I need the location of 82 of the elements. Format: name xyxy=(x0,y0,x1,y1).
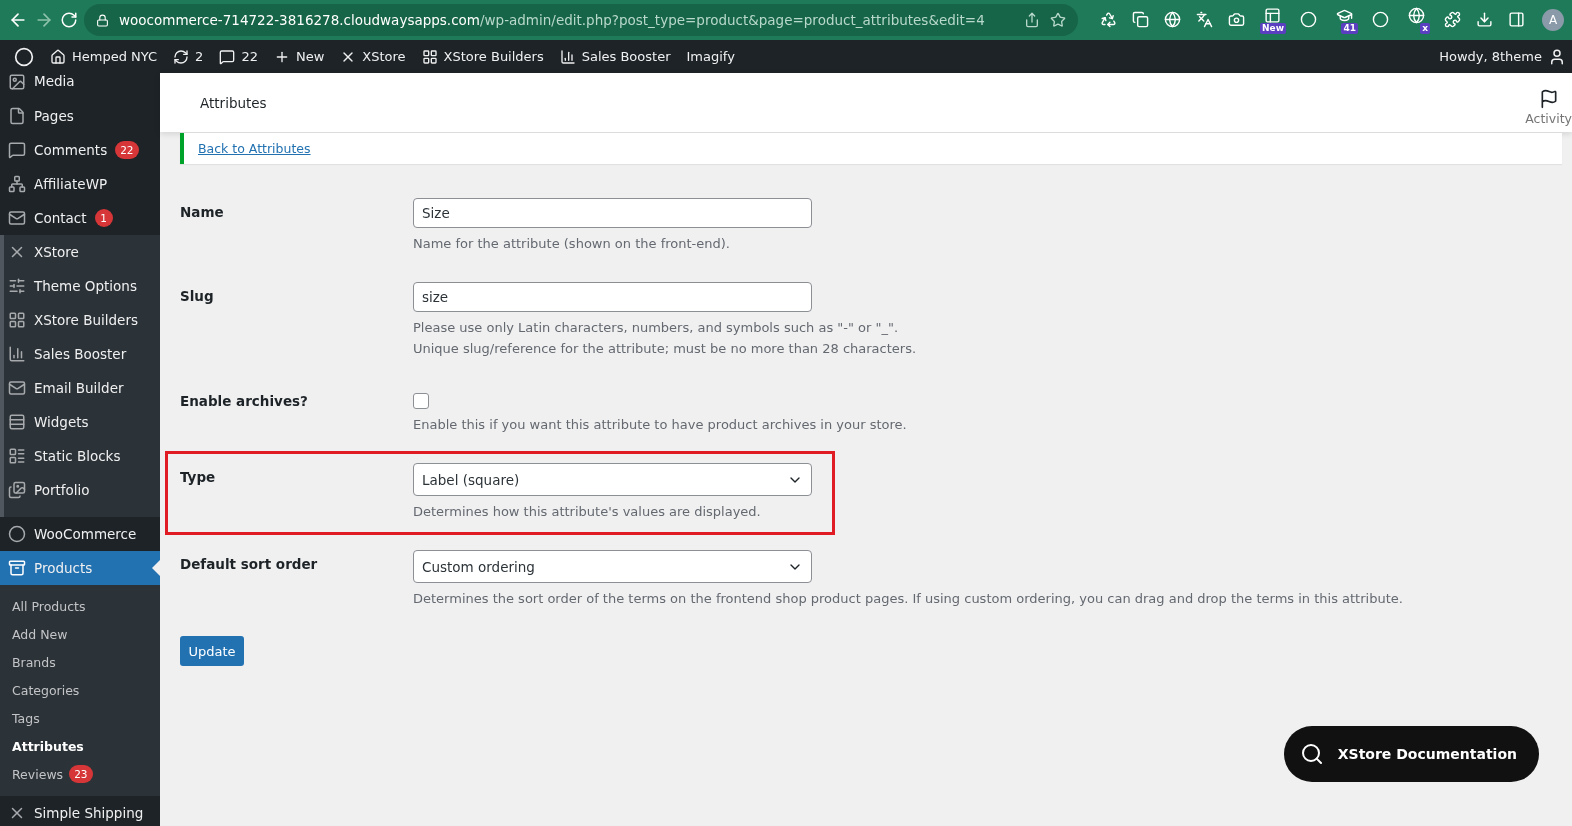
sidebar-item[interactable]: Portfolio xyxy=(4,473,160,507)
current-pointer xyxy=(152,560,160,576)
account-menu[interactable]: Howdy, 8theme xyxy=(1439,47,1566,66)
submenu-item[interactable]: Tags xyxy=(0,704,160,732)
sidebar-item[interactable]: Media xyxy=(0,73,160,99)
submenu-item[interactable]: Categories xyxy=(0,676,160,704)
sidebar-item[interactable]: Simple Shipping xyxy=(0,796,160,826)
submenu-item[interactable]: All Products xyxy=(0,592,160,620)
comment-icon xyxy=(219,48,236,65)
count-badge: 23 xyxy=(69,765,93,783)
sliders-icon xyxy=(8,277,26,295)
sidebar-item[interactable]: AffiliateWP xyxy=(0,167,160,201)
field-label: Type xyxy=(180,468,217,487)
help-text: Please use only Latin characters, numbers, and symbols such as "-" or "_". xyxy=(413,320,900,335)
envelope-icon xyxy=(8,379,26,397)
activity-button[interactable]: Activity xyxy=(1525,89,1572,126)
field-label: Slug xyxy=(180,287,215,306)
comment-icon xyxy=(8,141,26,159)
url-text: woocommerce-714722-3816278.cloudwaysapps.com/wp-admin/edit.php?post_type=product&page=product_attributes&edit=4 xyxy=(119,12,986,28)
bar-chart-icon xyxy=(559,48,576,65)
admin-bar-item[interactable]: Hemped NYC xyxy=(42,48,166,65)
text-field[interactable]: Size xyxy=(413,198,812,228)
help-text: Determines how this attribute's values are displayed. xyxy=(413,504,762,519)
media-icon xyxy=(8,73,26,91)
star-icon[interactable] xyxy=(1050,12,1066,28)
sidebar-item[interactable]: Theme Options xyxy=(4,269,160,303)
sidebar-item[interactable]: Comments 22 xyxy=(0,133,160,167)
admin-bar-item[interactable]: XStore Builders xyxy=(413,48,552,65)
help-text: Determines the sort order of the terms on the frontend shop product pages. If using custom ordering, you can drag and drop the terms in this attribute. xyxy=(413,591,1404,606)
sidebar-item[interactable]: Static Blocks xyxy=(4,439,160,473)
admin-bar-item[interactable]: New xyxy=(265,48,333,65)
sidebar-item[interactable]: Email Builder xyxy=(4,371,160,405)
archive-icon xyxy=(8,559,26,577)
submenu-item[interactable]: Reviews 23 xyxy=(0,760,160,788)
back-link[interactable]: Back to Attributes xyxy=(198,141,311,156)
update-button[interactable]: Update xyxy=(180,636,244,666)
address-bar[interactable]: woocommerce-714722-3816278.cloudwaysapps.com/wp-admin/edit.php?post_type=product&page=product_attributes&edit=4 xyxy=(84,4,1078,36)
sidebar-item[interactable]: Pages xyxy=(0,99,160,133)
home-icon xyxy=(50,48,66,65)
field-label: Default sort order xyxy=(180,555,319,574)
submenu-item[interactable]: Brands xyxy=(0,648,160,676)
admin-bar-item[interactable]: XStore xyxy=(332,48,414,65)
lock-icon xyxy=(96,13,109,27)
help-text: Name for the attribute (shown on the front-end). xyxy=(413,236,731,251)
sidebar-item[interactable]: Sales Booster xyxy=(4,337,160,371)
count-badge: 1 xyxy=(94,209,113,227)
sidebar-item[interactable]: WooCommerce xyxy=(0,517,160,551)
images-icon xyxy=(8,481,26,499)
select-field[interactable]: Custom ordering xyxy=(413,550,812,583)
network-icon xyxy=(8,175,26,193)
widgets-icon xyxy=(8,413,26,431)
count-badge: 22 xyxy=(115,141,139,159)
pages-icon xyxy=(8,107,26,125)
sidebar-item[interactable]: Contact 1 xyxy=(0,201,160,235)
sidebar-item[interactable]: XStore Builders xyxy=(4,303,160,337)
documentation-button[interactable]: XStore Documentation xyxy=(1283,726,1539,782)
share-icon[interactable] xyxy=(1024,12,1040,28)
sidebar-item[interactable]: Widgets xyxy=(4,405,160,439)
admin-bar-item[interactable]: 22 xyxy=(211,48,266,65)
text-field[interactable]: size xyxy=(413,282,812,312)
page-title: Attributes xyxy=(200,94,267,111)
submenu-item[interactable]: Attributes xyxy=(0,732,160,760)
admin-bar-item[interactable]: Sales Booster xyxy=(551,48,679,65)
user-icon xyxy=(1548,47,1566,66)
checkbox[interactable] xyxy=(413,393,429,409)
bar-chart-icon xyxy=(8,345,26,363)
help-text: Unique slug/reference for the attribute; must be no more than 28 characters. xyxy=(413,341,918,356)
grid-icon xyxy=(8,311,26,329)
admin-bar-item[interactable]: Imagify xyxy=(678,49,743,64)
envelope-icon xyxy=(8,209,26,227)
search-icon xyxy=(1299,742,1324,766)
field-label: Name xyxy=(180,203,225,222)
grid-icon xyxy=(421,48,438,65)
refresh-icon xyxy=(173,48,190,65)
select-field[interactable]: Label (square) xyxy=(413,463,812,496)
blocks-icon xyxy=(8,447,26,465)
admin-bar-item[interactable]: 2 xyxy=(165,48,212,65)
field-label: Enable archives? xyxy=(180,392,309,411)
sidebar-item[interactable]: Products xyxy=(0,551,160,585)
sidebar-item[interactable]: XStore xyxy=(4,235,160,269)
help-text: Enable this if you want this attribute to have product archives in your store. xyxy=(413,417,908,432)
submenu-item[interactable]: Add New xyxy=(0,620,160,648)
